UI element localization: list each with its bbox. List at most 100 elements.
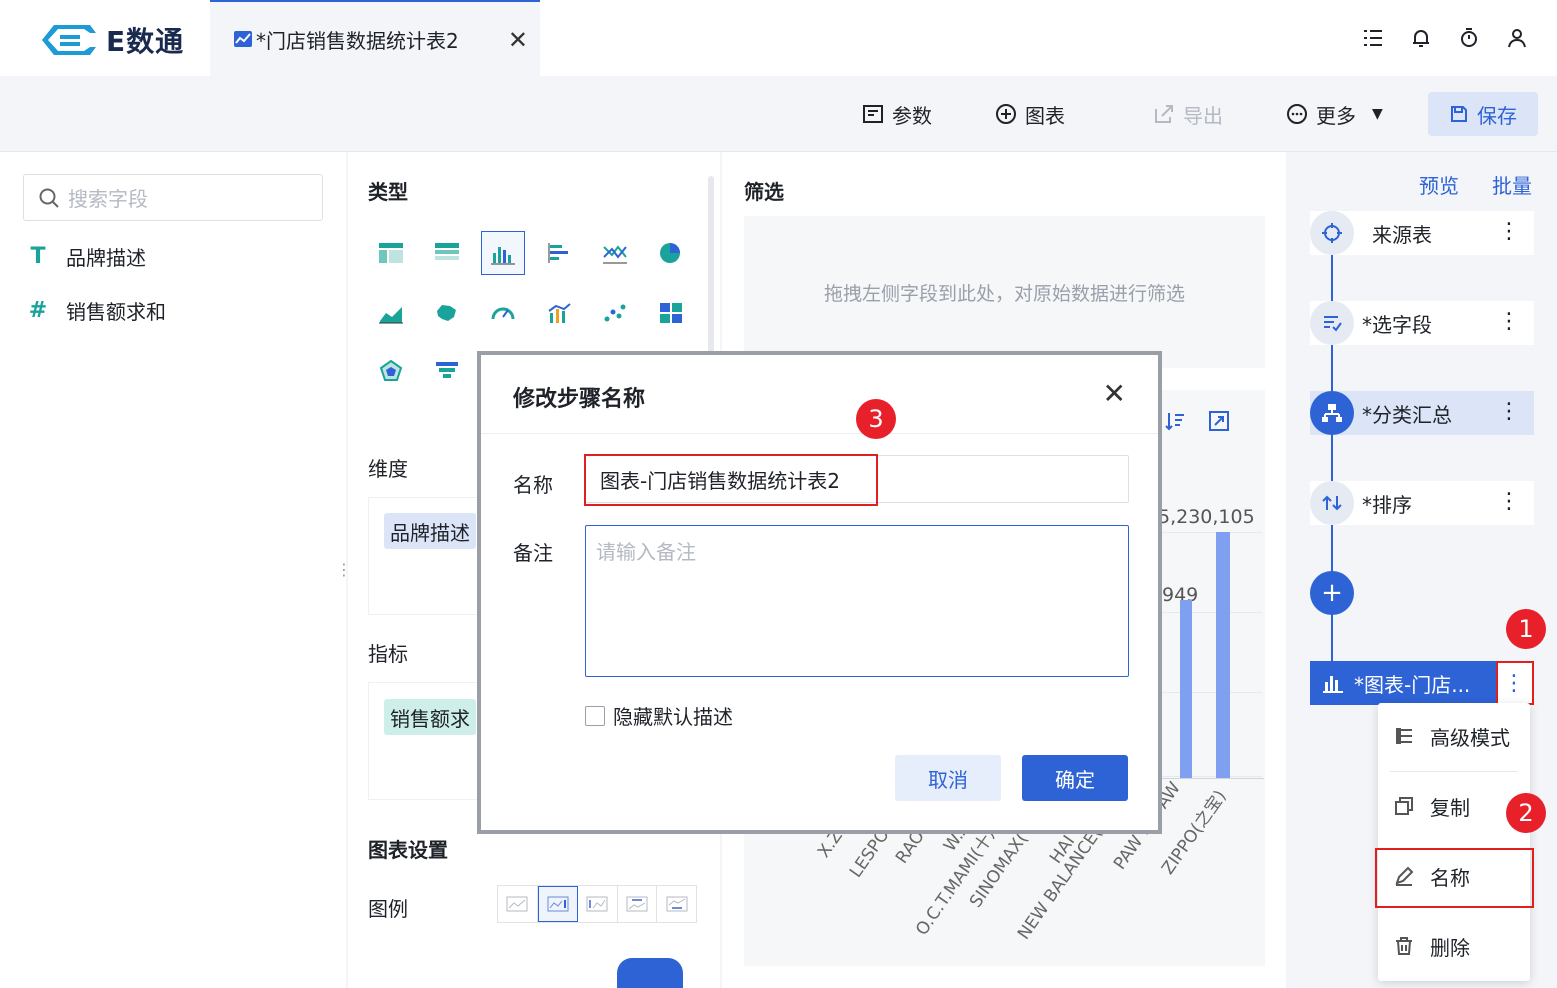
map-chart-type-icon[interactable] [425,291,469,335]
toggle-switch[interactable] [617,958,683,988]
gridline [1162,532,1262,533]
gridline [1162,776,1262,777]
field-item-sales[interactable]: # 销售额求和 [24,296,166,325]
note-label: 备注 [513,541,553,565]
more-label: 更多 [1316,103,1356,128]
metric-chip[interactable]: 销售额求 [384,699,476,735]
preview-link[interactable]: 预览 [1419,170,1459,199]
step-more-icon[interactable]: ⋮ [1498,219,1520,244]
flow-step-sort[interactable]: *排序 ⋮ [1310,481,1534,525]
metric-label: 指标 [368,642,408,666]
flow-step-group-summary[interactable]: *分类汇总 ⋮ [1310,391,1534,435]
logo-mark [38,21,98,59]
params-label: 参数 [892,103,932,128]
advanced-mode-icon [1394,726,1414,746]
dialog-close-icon[interactable]: ✕ [1103,377,1126,410]
plus-circle-icon [995,103,1017,125]
menu-item-delete[interactable]: 删除 [1378,917,1530,975]
step-label: *排序 [1362,492,1412,517]
radar-chart-type-icon[interactable] [369,349,413,393]
hbar-chart-type-icon[interactable] [537,231,581,275]
flow-step-source[interactable]: 来源表 ⋮ [1310,211,1534,255]
legend-none-icon[interactable] [498,886,538,922]
text-field-icon: T [30,244,46,269]
field-select-icon [1310,301,1354,345]
add-step-button[interactable]: + [1310,571,1354,615]
bell-icon[interactable] [1409,26,1433,50]
batch-link[interactable]: 批量 [1492,170,1532,199]
note-placeholder: 请输入备注 [596,540,696,564]
field-item-brand[interactable]: T 品牌描述 [24,242,146,271]
menu-item-advanced[interactable]: 高级模式 [1378,707,1530,765]
highlight-name-input [584,454,878,506]
combo-chart-type-icon[interactable] [537,291,581,335]
export-icon [1153,103,1175,125]
user-icon[interactable] [1505,26,1529,50]
step-more-icon[interactable]: ⋮ [1498,399,1520,424]
legend-top-icon[interactable] [618,886,658,922]
funnel-chart-type-icon[interactable] [425,349,469,393]
tab-active[interactable]: *门店销售数据统计表2 ✕ [210,0,540,76]
filter-dropzone[interactable]: 拖拽左侧字段到此处，对原始数据进行筛选 [744,216,1265,368]
legend-left-icon[interactable] [578,886,618,922]
fields-panel [0,152,346,988]
legend-right-icon[interactable] [537,886,579,922]
list-icon[interactable] [1361,26,1385,50]
confirm-button[interactable]: 确定 [1022,755,1128,801]
save-label: 保存 [1477,103,1517,128]
chart-label: 图表 [1025,103,1065,128]
scatter-chart-type-icon[interactable] [593,291,637,335]
field-label: 销售额求和 [66,300,166,324]
fullscreen-icon[interactable] [1208,410,1230,432]
chart-bar [1180,600,1192,778]
menu-label: 高级模式 [1430,725,1510,750]
add-chart-button[interactable]: 图表 [995,98,1065,130]
step-badge-2: 2 [1506,793,1546,833]
hide-default-checkbox-row[interactable]: 隐藏默认描述 [585,701,733,730]
logo-text: E数通 [106,25,185,58]
gridline [1162,692,1262,693]
step-more-icon[interactable]: ⋮ [1498,489,1520,514]
type-title: 类型 [368,180,408,204]
rename-step-dialog: 修改步骤名称 ✕ 名称 图表-门店销售数据统计表2 备注 请输入备注 隐藏默认描… [477,351,1162,834]
detail-table-icon[interactable] [425,231,469,275]
legend-label: 图例 [368,897,408,921]
pie-chart-type-icon[interactable] [649,231,693,275]
table-type-icon[interactable] [369,231,413,275]
export-button[interactable]: 导出 [1153,98,1223,130]
hide-default-checkbox[interactable] [585,705,605,726]
timer-icon[interactable] [1457,26,1481,50]
save-button[interactable]: 保存 [1428,92,1538,136]
note-textarea[interactable]: 请输入备注 [585,525,1129,677]
target-icon [1310,211,1354,255]
step-label: 来源表 [1372,222,1432,247]
step-badge-1: 1 [1506,609,1546,649]
filter-hint: 拖拽左侧字段到此处，对原始数据进行筛选 [823,282,1185,305]
chart-bar [1216,532,1230,778]
bar-chart-icon [1322,672,1344,694]
gauge-chart-type-icon[interactable] [481,291,525,335]
legend-bottom-icon[interactable] [657,886,696,922]
sort-icon-button[interactable] [1164,410,1186,432]
more-button[interactable]: 更多 ▼ [1286,98,1383,130]
dialog-title: 修改步骤名称 [513,387,646,412]
step-more-icon[interactable]: ⋮ [1498,309,1520,334]
group-icon [1310,391,1354,435]
line-chart-type-icon[interactable] [593,231,637,275]
sort-icon [1310,481,1354,525]
params-icon [862,103,884,125]
search-input[interactable]: 搜索字段 [23,174,323,221]
area-chart-type-icon[interactable] [369,291,413,335]
flow-step-select-fields[interactable]: *选字段 ⋮ [1310,301,1534,345]
tab-close-icon[interactable]: ✕ [508,26,528,54]
top-icons [1361,26,1529,50]
bar-chart-type-icon[interactable] [481,231,525,275]
dimension-chip[interactable]: 品牌描述 [384,513,476,549]
search-icon [38,187,60,209]
params-button[interactable]: 参数 [862,98,932,130]
bar-value-label: 5,230,105 [1158,506,1255,528]
kpi-chart-type-icon[interactable] [649,291,693,335]
name-label: 名称 [513,473,553,497]
cancel-button[interactable]: 取消 [895,755,1001,801]
filter-title: 筛选 [744,180,784,204]
